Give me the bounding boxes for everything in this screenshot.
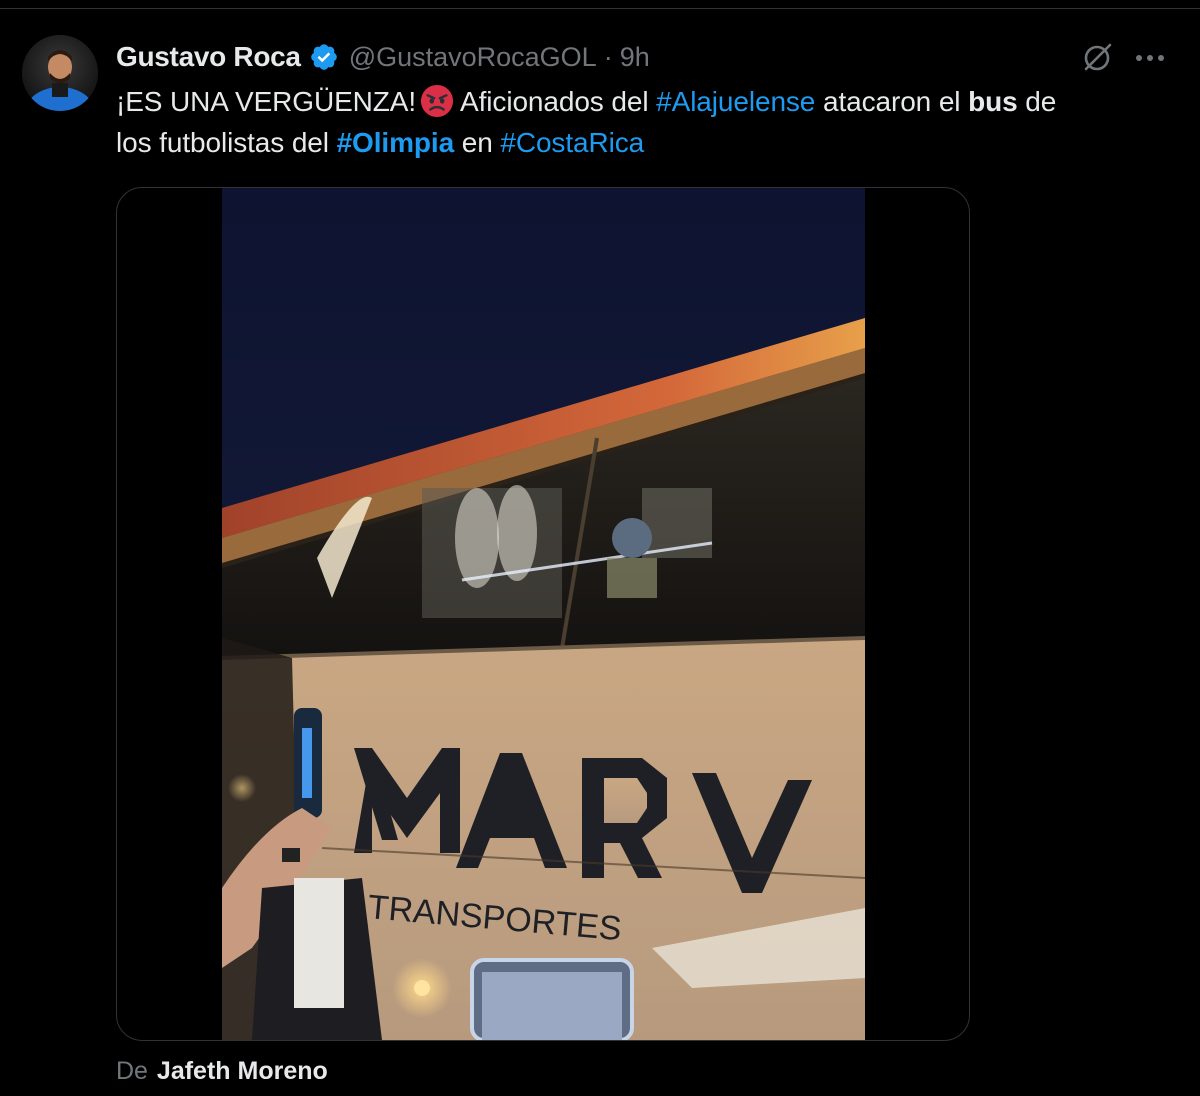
video-frame: TRANSPORTES	[222, 188, 865, 1040]
tweet-text-line-2: los futbolistas del #Olimpia en #CostaRi…	[116, 122, 1186, 163]
credit-prefix: De	[116, 1057, 148, 1085]
hashtag-olimpia-link[interactable]: #Olimpia	[337, 127, 455, 158]
verified-badge-icon	[310, 44, 337, 70]
grok-icon[interactable]	[1080, 41, 1114, 75]
hashtag-alajuelense-link[interactable]: #Alajuelense	[656, 86, 815, 117]
separator-dot: ·	[603, 41, 613, 72]
video-player[interactable]: TRANSPORTES	[222, 188, 865, 1040]
more-dots-icon[interactable]	[1132, 43, 1168, 73]
tweet-text-segment: los futbolistas del	[116, 127, 337, 158]
tweet-text-segment: Aficionados del	[460, 86, 657, 117]
tweet[interactable]: Gustavo Roca @GustavoRocaGOL · 9h ¡ES UN…	[0, 9, 1200, 1096]
hashtag-costarica-link[interactable]: #CostaRica	[500, 127, 644, 158]
avatar[interactable]	[22, 35, 98, 111]
tweet-text-segment: de	[1017, 86, 1057, 117]
tweet-text-segment: ¡ES UNA VERGÜENZA!	[116, 86, 417, 117]
media-credit: De Jafeth Moreno	[116, 1057, 328, 1086]
credit-author-link[interactable]: Jafeth Moreno	[157, 1057, 328, 1085]
author-handle[interactable]: @GustavoRocaGOL	[349, 42, 597, 73]
tweet-text: ¡ES UNA VERGÜENZA! Aficionados del #Alaj…	[116, 81, 1186, 163]
author-name[interactable]: Gustavo Roca	[116, 41, 301, 73]
tweet-text-bold: bus	[968, 86, 1018, 117]
tweet-header: Gustavo Roca @GustavoRocaGOL · 9h	[116, 39, 650, 75]
timestamp[interactable]: 9h	[620, 42, 650, 73]
angry-face-emoji-icon	[420, 84, 454, 118]
tweet-text-segment: en	[454, 127, 501, 158]
media-card[interactable]: TRANSPORTES	[116, 187, 970, 1041]
tweet-text-line-1: ¡ES UNA VERGÜENZA! Aficionados del #Alaj…	[116, 81, 1186, 122]
tweet-text-segment: atacaron el	[815, 86, 969, 117]
